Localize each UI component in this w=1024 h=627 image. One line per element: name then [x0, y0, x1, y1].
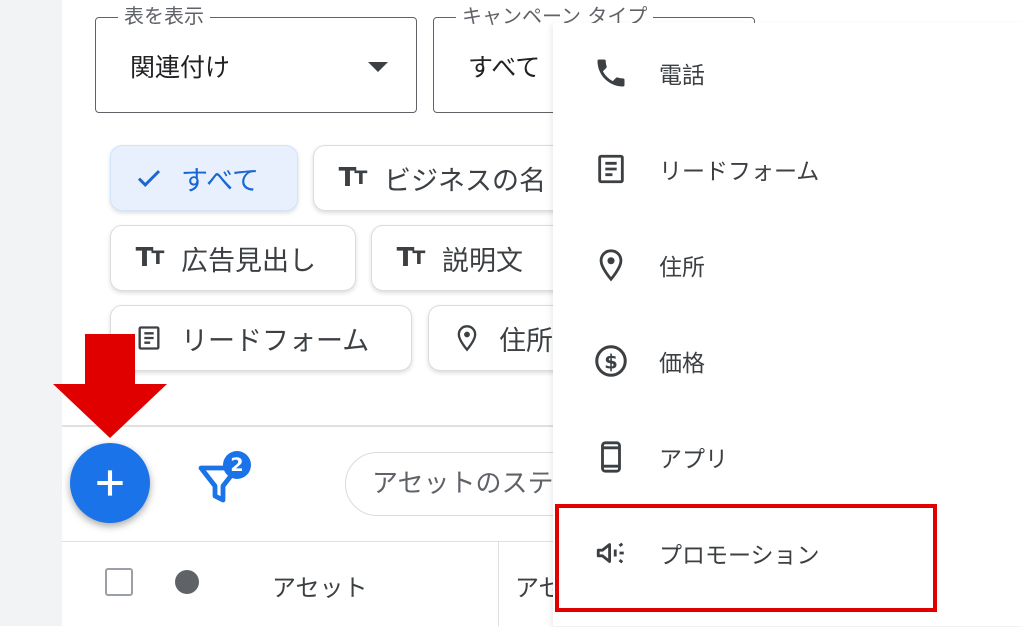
mobile-app-icon: [591, 437, 631, 477]
column-header-asset[interactable]: アセット: [272, 568, 368, 603]
red-highlight-box: [555, 504, 937, 612]
red-annotation-arrow: [53, 334, 167, 442]
text-type-icon: TT: [135, 243, 165, 273]
chip-description-label: 説明文: [442, 245, 523, 277]
location-pin-icon: [591, 245, 631, 285]
chip-business-name-label: ビジネスの名: [384, 165, 546, 197]
dropdown-arrow-icon: [368, 62, 388, 72]
status-dot-icon: [175, 570, 199, 594]
plus-icon: [97, 470, 123, 496]
add-asset-button[interactable]: [70, 443, 150, 523]
menu-item-price[interactable]: $ 価格: [553, 313, 1024, 409]
menu-item-app-label: アプリ: [659, 447, 728, 473]
chip-all[interactable]: すべて: [110, 145, 298, 211]
chip-business-name[interactable]: TT ビジネスの名: [313, 145, 573, 211]
menu-item-location[interactable]: 住所: [553, 217, 1024, 313]
price-icon: $: [591, 341, 631, 381]
menu-item-app[interactable]: アプリ: [553, 409, 1024, 505]
lead-form-icon: [591, 149, 631, 189]
chip-location-label: 住所: [499, 325, 553, 357]
phone-icon: [591, 53, 631, 93]
menu-item-phone-label: 電話: [659, 63, 705, 89]
menu-item-lead-form[interactable]: リードフォーム: [553, 121, 1024, 217]
text-type-icon: TT: [338, 163, 368, 193]
svg-text:$: $: [604, 351, 618, 374]
text-type-icon: TT: [396, 243, 426, 273]
menu-item-price-label: 価格: [659, 351, 705, 377]
chip-headline-label: 広告見出し: [181, 245, 316, 277]
left-navigation-strip: [0, 0, 62, 626]
menu-item-location-label: 住所: [659, 255, 705, 281]
chip-headline[interactable]: TT 広告見出し: [110, 225, 356, 291]
checkmark-icon: [129, 158, 169, 198]
chip-lead-form-label: リードフォーム: [181, 325, 370, 357]
campaign-type-value: すべて: [468, 53, 541, 82]
menu-item-lead-form-label: リードフォーム: [659, 159, 820, 185]
view-select-legend: 表を表示: [118, 4, 210, 28]
chip-all-label: すべて: [181, 165, 260, 197]
location-pin-icon: [447, 318, 487, 358]
view-select[interactable]: 表を表示 関連付け: [95, 4, 417, 113]
column-separator: [498, 541, 499, 626]
menu-item-phone[interactable]: 電話: [553, 25, 1024, 121]
view-select-value: 関連付け: [130, 53, 231, 82]
select-all-checkbox[interactable]: [105, 568, 133, 596]
filter-count-badge: 2: [223, 451, 251, 479]
chip-description[interactable]: TT 説明文: [371, 225, 571, 291]
